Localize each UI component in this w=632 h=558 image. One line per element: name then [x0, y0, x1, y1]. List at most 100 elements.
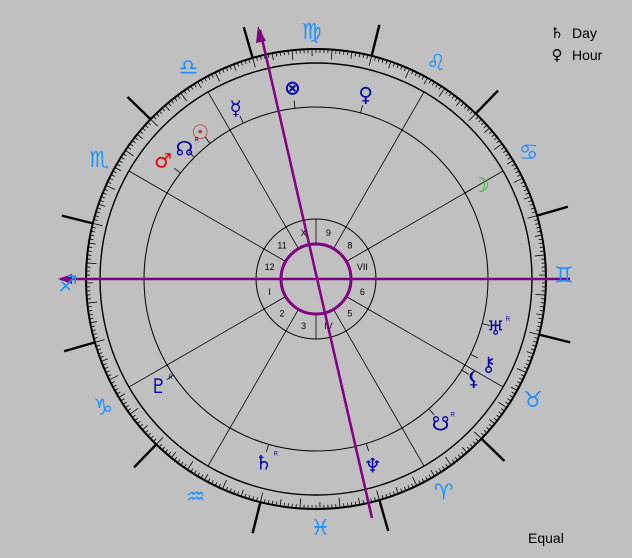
legend-hour-label: Hour	[572, 47, 603, 63]
degree-tick	[88, 310, 93, 312]
moon-icon: ☽︎	[472, 173, 490, 197]
zodiac-virgo-icon: ♍︎	[302, 20, 322, 45]
degree-tick	[167, 102, 172, 107]
degree-tick	[299, 498, 302, 509]
degree-tick	[144, 429, 149, 434]
degree-tick	[395, 487, 399, 494]
degree-tick	[493, 417, 498, 421]
sign-boundary-tick	[480, 437, 506, 462]
degree-tick	[461, 447, 468, 453]
degree-tick	[526, 351, 534, 355]
degree-tick	[510, 386, 518, 391]
mars-degree-marker	[173, 167, 181, 174]
degree-tick	[180, 92, 188, 102]
degree-tick	[222, 479, 227, 490]
sign-boundary-tick	[242, 26, 254, 59]
degree-tick	[475, 116, 479, 120]
degree-tick	[134, 137, 139, 141]
degree-tick	[170, 100, 175, 104]
mars-icon: ♂︎	[154, 149, 172, 173]
degree-tick	[114, 167, 122, 172]
degree-tick	[536, 313, 544, 316]
degree-tick	[444, 456, 452, 466]
degree-tick	[283, 502, 285, 507]
legend: ♄ Day ♀ Hour	[550, 22, 602, 66]
degree-tick	[132, 414, 136, 418]
degree-tick	[454, 456, 458, 461]
house-number: 3	[301, 321, 306, 331]
sign-boundary-tick	[133, 443, 158, 469]
degree-tick	[454, 97, 458, 102]
degree-tick	[338, 497, 341, 508]
degree-tick	[469, 444, 474, 448]
degree-tick	[137, 133, 143, 139]
degree-tick	[513, 177, 523, 183]
degree-tick	[142, 424, 148, 431]
degree-tick	[534, 254, 545, 257]
degree-tick	[469, 110, 474, 114]
degree-tick	[161, 446, 166, 451]
degree-tick	[147, 121, 151, 126]
degree-tick	[405, 68, 410, 79]
degree-tick	[177, 459, 181, 463]
degree-tick	[457, 454, 462, 458]
degree-tick	[147, 432, 151, 437]
degree-tick	[197, 81, 202, 89]
degree-tick	[101, 358, 108, 362]
degree-tick	[155, 436, 164, 445]
sign-boundary-tick	[536, 205, 569, 217]
degree-tick	[92, 222, 103, 227]
degree-tick	[129, 143, 134, 147]
degree-tick	[187, 88, 190, 92]
degree-tick	[412, 476, 418, 486]
natal-chart-wheel: I23IV56VII89X1112 ♈︎♉︎♊︎♋︎♌︎♍︎♎︎♏︎♐︎♑︎♒︎…	[58, 20, 574, 541]
degree-tick	[118, 393, 126, 398]
zodiac-capricorn-icon: ♑︎	[94, 396, 114, 421]
degree-tick	[535, 293, 546, 296]
degree-tick	[489, 419, 495, 425]
degree-tick	[187, 461, 194, 470]
zodiac-gemini-icon: ♊︎	[554, 264, 574, 289]
saturn-retrograde-mark: R	[274, 452, 279, 458]
degree-tick	[214, 72, 220, 82]
north-node-icon: ☊︎	[176, 136, 194, 160]
house-number: 11	[277, 241, 286, 251]
degree-tick	[534, 234, 542, 237]
degree-tick	[388, 61, 392, 69]
degree-tick	[94, 339, 105, 343]
neptune-degree-marker	[365, 443, 370, 452]
zodiac-sagittarius-icon: ♐︎	[58, 272, 78, 297]
sign-boundary-tick	[251, 501, 262, 534]
part-of-fortune-degree-marker	[293, 100, 296, 109]
degree-tick	[174, 97, 178, 102]
degree-tick	[466, 446, 471, 451]
sign-boundary-tick	[474, 89, 499, 115]
degree-tick	[472, 441, 477, 445]
degree-tick	[164, 449, 169, 453]
degree-tick	[87, 301, 98, 304]
degree-tick	[529, 331, 540, 336]
degree-tick	[483, 124, 488, 129]
sign-boundary-tick	[538, 333, 571, 344]
degree-tick	[150, 435, 154, 440]
degree-tick	[438, 88, 445, 97]
degree-tick	[132, 140, 136, 144]
degree-tick	[252, 57, 256, 68]
midheaven-arrow	[256, 26, 266, 43]
house-number: 9	[326, 228, 331, 238]
degree-tick	[164, 105, 171, 111]
degree-tick	[271, 53, 274, 61]
degree-tick	[158, 110, 163, 114]
legend-day: ♄ Day	[550, 22, 602, 44]
degree-tick	[478, 118, 482, 123]
degree-tick	[503, 150, 507, 153]
degree-tick	[155, 113, 160, 117]
degree-tick	[122, 401, 127, 405]
degree-tick	[539, 246, 544, 248]
mercury-icon: ☿︎	[230, 96, 242, 120]
chiron-icon: ⚷︎	[481, 352, 496, 376]
degree-tick	[488, 423, 493, 428]
degree-tick	[180, 461, 184, 466]
chiron-degree-marker	[470, 354, 478, 359]
degree-tick	[161, 107, 166, 112]
